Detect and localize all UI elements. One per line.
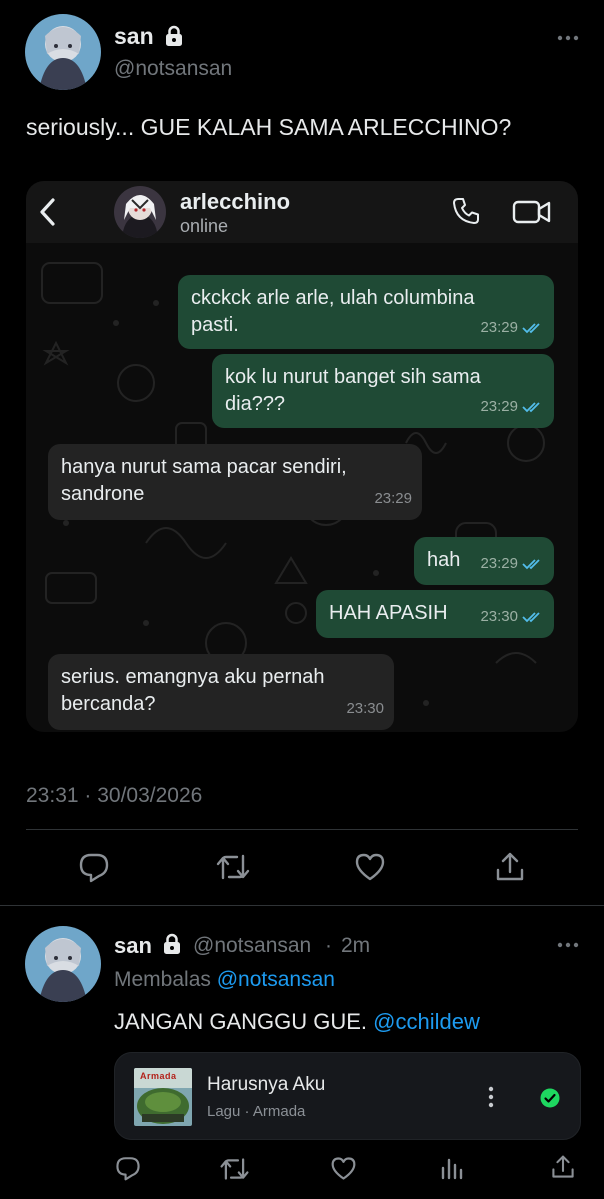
divider	[26, 829, 578, 830]
views-button[interactable]	[440, 1156, 464, 1180]
read-receipt-icon	[522, 558, 540, 569]
reply-text: JANGAN GANGGU GUE.	[114, 1009, 368, 1034]
more-options-icon[interactable]	[556, 30, 580, 51]
contact-status: online	[180, 216, 229, 236]
music-more-icon[interactable]	[487, 1085, 495, 1114]
message-text: HAH APASIH	[329, 602, 448, 624]
reply-icon	[116, 1157, 140, 1181]
retweet-icon	[220, 1158, 249, 1180]
saved-check-icon[interactable]	[540, 1088, 560, 1113]
reply-handle[interactable]: @notsansan	[193, 934, 311, 958]
reply-text-line: JANGAN GANGGU GUE. @cchildew	[114, 1009, 480, 1035]
read-receipt-icon	[522, 611, 540, 622]
tweet-text: seriously... GUE KALAH SAMA ARLECCHINO?	[26, 114, 512, 140]
message-bubble-outgoing[interactable]: HAH APASIH 23:30	[316, 590, 554, 638]
heart-icon	[355, 853, 385, 881]
replying-to-link[interactable]: @notsansan	[217, 968, 335, 991]
author-handle[interactable]: @notsansan	[114, 57, 232, 81]
replying-to-line: Membalas @notsansan	[114, 968, 335, 992]
message-time: 23:29	[374, 490, 412, 507]
message-text: hah	[427, 549, 461, 571]
phone-icon	[451, 196, 481, 231]
message-text: ckckck arle arle, ulah columbina pasti.	[191, 287, 475, 336]
message-bubble-outgoing[interactable]: ckckck arle arle, ulah columbina pasti. …	[178, 275, 554, 349]
message-bubble-outgoing[interactable]: hah 23:29	[414, 537, 554, 585]
album-art: Armada	[134, 1068, 192, 1126]
retweet-button[interactable]	[219, 1156, 250, 1182]
retweet-icon	[216, 854, 250, 880]
message-time: 23:29	[480, 319, 518, 336]
message-bubble-incoming[interactable]: hanya nurut sama pacar sendiri, sandrone…	[48, 444, 422, 520]
song-subtitle: Lagu · Armada	[207, 1103, 306, 1120]
message-text: hanya nurut sama pacar sendiri, sandrone	[61, 456, 347, 505]
author-display-name[interactable]: san	[114, 23, 154, 50]
separator-dot: ·	[325, 934, 332, 957]
song-title[interactable]: Harusnya Aku	[207, 1074, 325, 1096]
reply-more-options-icon[interactable]	[556, 937, 580, 958]
retweet-button[interactable]	[215, 852, 251, 882]
reply-display-name[interactable]: san	[114, 933, 152, 959]
replying-label: Membalas	[114, 968, 211, 991]
share-button[interactable]	[495, 851, 525, 883]
contact-name: arlecchino	[180, 189, 291, 214]
message-text: serius. emangnya aku pernah bercanda?	[61, 666, 325, 715]
video-call-icon	[512, 199, 552, 230]
back-chevron-icon	[38, 197, 58, 232]
mention-link[interactable]: @cchildew	[373, 1009, 480, 1034]
heart-icon	[331, 1157, 356, 1180]
reply-button[interactable]	[115, 1155, 141, 1181]
chat-header: arlecchino online	[26, 181, 578, 243]
music-card[interactable]: Armada Harusnya Aku Lagu · Armada	[114, 1052, 581, 1140]
read-receipt-icon	[522, 322, 540, 333]
share-button[interactable]	[551, 1154, 575, 1180]
analytics-icon	[441, 1158, 463, 1180]
lock-icon	[161, 933, 183, 960]
like-button[interactable]	[354, 852, 386, 882]
reply-author-avatar[interactable]	[25, 926, 101, 1002]
reply-icon	[79, 853, 109, 883]
message-time: 23:29	[480, 555, 518, 572]
author-avatar[interactable]	[25, 14, 101, 90]
reply-button[interactable]	[78, 851, 110, 883]
reply-time-ago[interactable]: 2m	[341, 934, 370, 958]
section-divider	[0, 905, 604, 906]
share-icon	[552, 1155, 574, 1178]
message-text: kok lu nurut banget sih sama dia???	[225, 366, 481, 415]
lock-icon	[163, 25, 185, 52]
tweet-timestamp[interactable]: 23:31 · 30/03/2026	[26, 784, 202, 808]
chat-screenshot[interactable]: arlecchino online ckckck arle arle, ulah…	[26, 181, 578, 732]
contact-avatar	[114, 186, 166, 238]
like-button[interactable]	[330, 1156, 357, 1181]
read-receipt-icon	[522, 401, 540, 412]
share-icon	[496, 852, 524, 881]
message-bubble-incoming[interactable]: serius. emangnya aku pernah bercanda? 23…	[48, 654, 394, 730]
message-time: 23:29	[480, 398, 518, 415]
message-time: 23:30	[480, 608, 518, 625]
message-bubble-outgoing[interactable]: kok lu nurut banget sih sama dia??? 23:2…	[212, 354, 554, 428]
message-time: 23:30	[346, 700, 384, 717]
album-art-text: Armada	[140, 1071, 177, 1081]
